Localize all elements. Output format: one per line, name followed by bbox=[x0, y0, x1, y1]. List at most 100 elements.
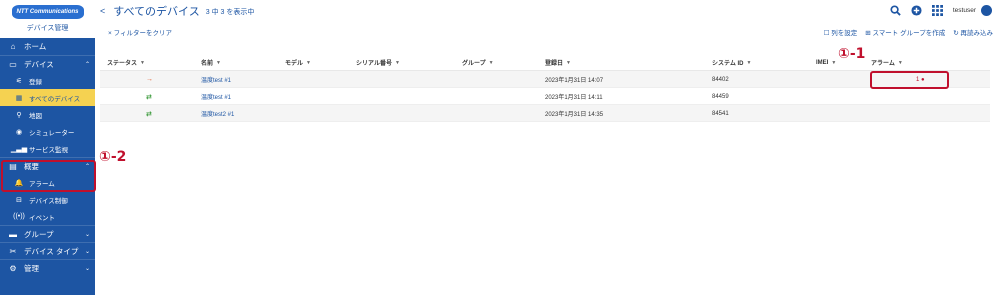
chevron-icon: ⌄ bbox=[84, 248, 90, 255]
sidebar-item-label: すべてのデバイス bbox=[29, 95, 81, 103]
table-row[interactable]: ⇄ 温度test2 #1 2023年1月31日 14:35 84541 bbox=[100, 105, 990, 122]
filter-icon[interactable]: ▼ bbox=[306, 60, 311, 66]
signal-icon: ▁▃▅ bbox=[10, 145, 28, 153]
header: < すべてのデバイス 3 中 3 を表示中 testuser bbox=[95, 0, 1000, 22]
home-icon: ⌂ bbox=[10, 42, 16, 51]
simulator-icon: ◉ bbox=[15, 128, 23, 136]
filter-icon[interactable]: ▼ bbox=[216, 60, 221, 66]
filter-icon[interactable]: ▼ bbox=[747, 60, 752, 66]
connection-status-icon: ⇄ bbox=[146, 93, 152, 101]
device-icon: ▭ bbox=[9, 59, 17, 69]
sidebar-item-10[interactable]: ((•)) イベント bbox=[0, 208, 95, 225]
filter-icon[interactable]: ▼ bbox=[489, 60, 494, 66]
user-avatar-icon[interactable] bbox=[981, 4, 992, 16]
sidebar-item-1[interactable]: ▭ デバイス ⌃ bbox=[0, 55, 95, 72]
sidebar: NTT Communications デバイス管理 ⌂ ホーム ▭ デバイス ⌃ ⚟ 登録 ▦… bbox=[0, 0, 95, 295]
column-header-label: 名前 bbox=[201, 61, 214, 67]
column-header-label: IMEI bbox=[816, 59, 829, 66]
clear-filter-button[interactable]: × フィルターをクリア bbox=[108, 27, 172, 37]
annotation-label-1: ①-1 bbox=[838, 46, 866, 62]
sidebar-item-4[interactable]: ⚲ 地図 bbox=[0, 106, 95, 123]
toolbar-actions: ☐ 列を設定 ⊞ スマート グループを作成 ↻ 再読み込み bbox=[816, 27, 993, 37]
header-actions: testuser bbox=[881, 4, 992, 16]
column-header-group[interactable]: グループ ▼ bbox=[462, 54, 494, 71]
sidebar-item-label: 登録 bbox=[29, 78, 42, 86]
column-header-label: 登録日 bbox=[545, 61, 564, 67]
sidebar-item-0[interactable]: ⌂ ホーム bbox=[0, 38, 95, 55]
collapse-sidebar-button[interactable]: < bbox=[100, 6, 105, 16]
registered-date: 2023年1月31日 14:07 bbox=[545, 78, 604, 84]
sidebar-item-label: デバイス制御 bbox=[29, 197, 68, 205]
sidebar-item-label: デバイス bbox=[24, 59, 54, 69]
chevron-icon: ⌃ bbox=[84, 61, 90, 68]
sidebar-item-12[interactable]: ✂ デバイス タイプ ⌄ bbox=[0, 242, 95, 259]
ntt-logo[interactable]: NTT Communications bbox=[11, 5, 84, 19]
grid-icon: ▦ bbox=[15, 94, 23, 102]
logo-text: NTT Communications bbox=[16, 9, 79, 15]
sidebar-item-6[interactable]: ▁▃▅ サービス監視 bbox=[0, 140, 95, 157]
configure-columns-button[interactable]: ☐ 列を設定 bbox=[824, 27, 858, 37]
registered-date: 2023年1月31日 14:35 bbox=[545, 112, 604, 118]
sidebar-item-label: サービス監視 bbox=[29, 146, 68, 154]
create-smart-group-button[interactable]: ⊞ スマート グループを作成 bbox=[865, 27, 945, 37]
column-header-imei[interactable]: IMEI ▼ bbox=[816, 54, 836, 71]
apps-grid-icon[interactable] bbox=[932, 4, 944, 16]
column-header-model[interactable]: モデル ▼ bbox=[285, 54, 311, 71]
registered-date: 2023年1月31日 14:11 bbox=[545, 95, 603, 101]
page-title: すべてのデバイス bbox=[113, 6, 200, 18]
sidebar-item-3[interactable]: ▦ すべてのデバイス bbox=[0, 89, 95, 106]
annotation-label-2: ①-2 bbox=[99, 149, 127, 165]
filter-icon[interactable]: ▼ bbox=[395, 60, 400, 66]
sidebar-item-label: デバイス タイプ bbox=[24, 246, 79, 256]
column-header-registered[interactable]: 登録日 ▼ bbox=[545, 54, 571, 71]
column-header-serial[interactable]: シリアル番号 ▼ bbox=[356, 54, 400, 71]
column-header-label: シリアル番号 bbox=[356, 61, 392, 67]
sidebar-item-5[interactable]: ◉ シミュレーター bbox=[0, 123, 95, 140]
search-icon[interactable] bbox=[890, 4, 902, 16]
system-id: 84459 bbox=[712, 93, 729, 100]
device-name-link[interactable]: 温度test2 #1 bbox=[201, 105, 234, 122]
admin-icon: ⚙ bbox=[9, 263, 17, 273]
column-header-alarm[interactable]: アラーム ▼ bbox=[871, 54, 903, 71]
control-icon: ⊟ bbox=[16, 196, 22, 204]
connection-status-icon: ⇄ bbox=[146, 110, 152, 118]
table-row[interactable]: → 温度test #1 2023年1月31日 14:07 84402 1 ● bbox=[100, 71, 990, 88]
device-name-link[interactable]: 温度test #1 bbox=[201, 71, 231, 88]
sidebar-item-label: 管理 bbox=[24, 263, 39, 273]
column-header-label: グループ bbox=[462, 61, 486, 67]
sidebar-item-9[interactable]: ⊟ デバイス制御 bbox=[0, 191, 95, 208]
device-type-icon: ✂ bbox=[9, 246, 17, 256]
add-icon[interactable] bbox=[911, 4, 923, 16]
system-id: 84541 bbox=[712, 110, 729, 117]
filter-icon[interactable]: ▼ bbox=[140, 60, 145, 66]
username[interactable]: testuser bbox=[953, 7, 976, 14]
reload-button[interactable]: ↻ 再読み込み bbox=[953, 27, 993, 37]
map-pin-icon: ⚲ bbox=[16, 111, 22, 119]
folder-icon: ▬ bbox=[9, 229, 17, 239]
app-subtitle: デバイス管理 bbox=[26, 25, 69, 32]
satellite-icon: ⚟ bbox=[15, 77, 23, 85]
sidebar-item-13[interactable]: ⚙ 管理 ⌄ bbox=[0, 259, 95, 276]
column-header-label: システム ID bbox=[712, 61, 744, 67]
column-header-name[interactable]: 名前 ▼ bbox=[201, 54, 221, 71]
filter-icon[interactable]: ▼ bbox=[831, 60, 836, 66]
filter-icon[interactable]: ▼ bbox=[566, 60, 571, 66]
connection-status-icon: → bbox=[146, 76, 153, 83]
sidebar-item-label: シミュレーター bbox=[29, 129, 75, 137]
device-table: ステータス ▼ 名前 ▼ モデル ▼ シリアル番号 ▼ グループ ▼ 登録日 ▼ システム ID ▼ IME… bbox=[100, 54, 990, 122]
sidebar-item-2[interactable]: ⚟ 登録 bbox=[0, 72, 95, 89]
column-header-label: アラーム bbox=[871, 61, 895, 67]
filter-icon[interactable]: ▼ bbox=[898, 60, 903, 66]
annotation-box-overview bbox=[1, 160, 96, 192]
sidebar-item-label: グループ bbox=[24, 229, 54, 239]
table-body: → 温度test #1 2023年1月31日 14:07 84402 1 ● ⇄ 温度tes… bbox=[100, 71, 990, 122]
device-name-link[interactable]: 温度test #1 bbox=[201, 88, 231, 105]
column-header-system_id[interactable]: システム ID ▼ bbox=[712, 54, 751, 71]
table-row[interactable]: ⇄ 温度test #1 2023年1月31日 14:11 84459 bbox=[100, 88, 990, 105]
sidebar-item-11[interactable]: ▬ グループ ⌄ bbox=[0, 225, 95, 242]
column-header-status[interactable]: ステータス ▼ bbox=[107, 54, 145, 71]
event-icon: ((•)) bbox=[13, 213, 25, 220]
sidebar-nav: ⌂ ホーム ▭ デバイス ⌃ ⚟ 登録 ▦ すべてのデバイス ⚲ 地図 ◉ シミュレーター ▁▃▅ サービス… bbox=[0, 38, 95, 276]
system-id: 84402 bbox=[712, 76, 729, 83]
chevron-icon: ⌄ bbox=[84, 265, 90, 272]
